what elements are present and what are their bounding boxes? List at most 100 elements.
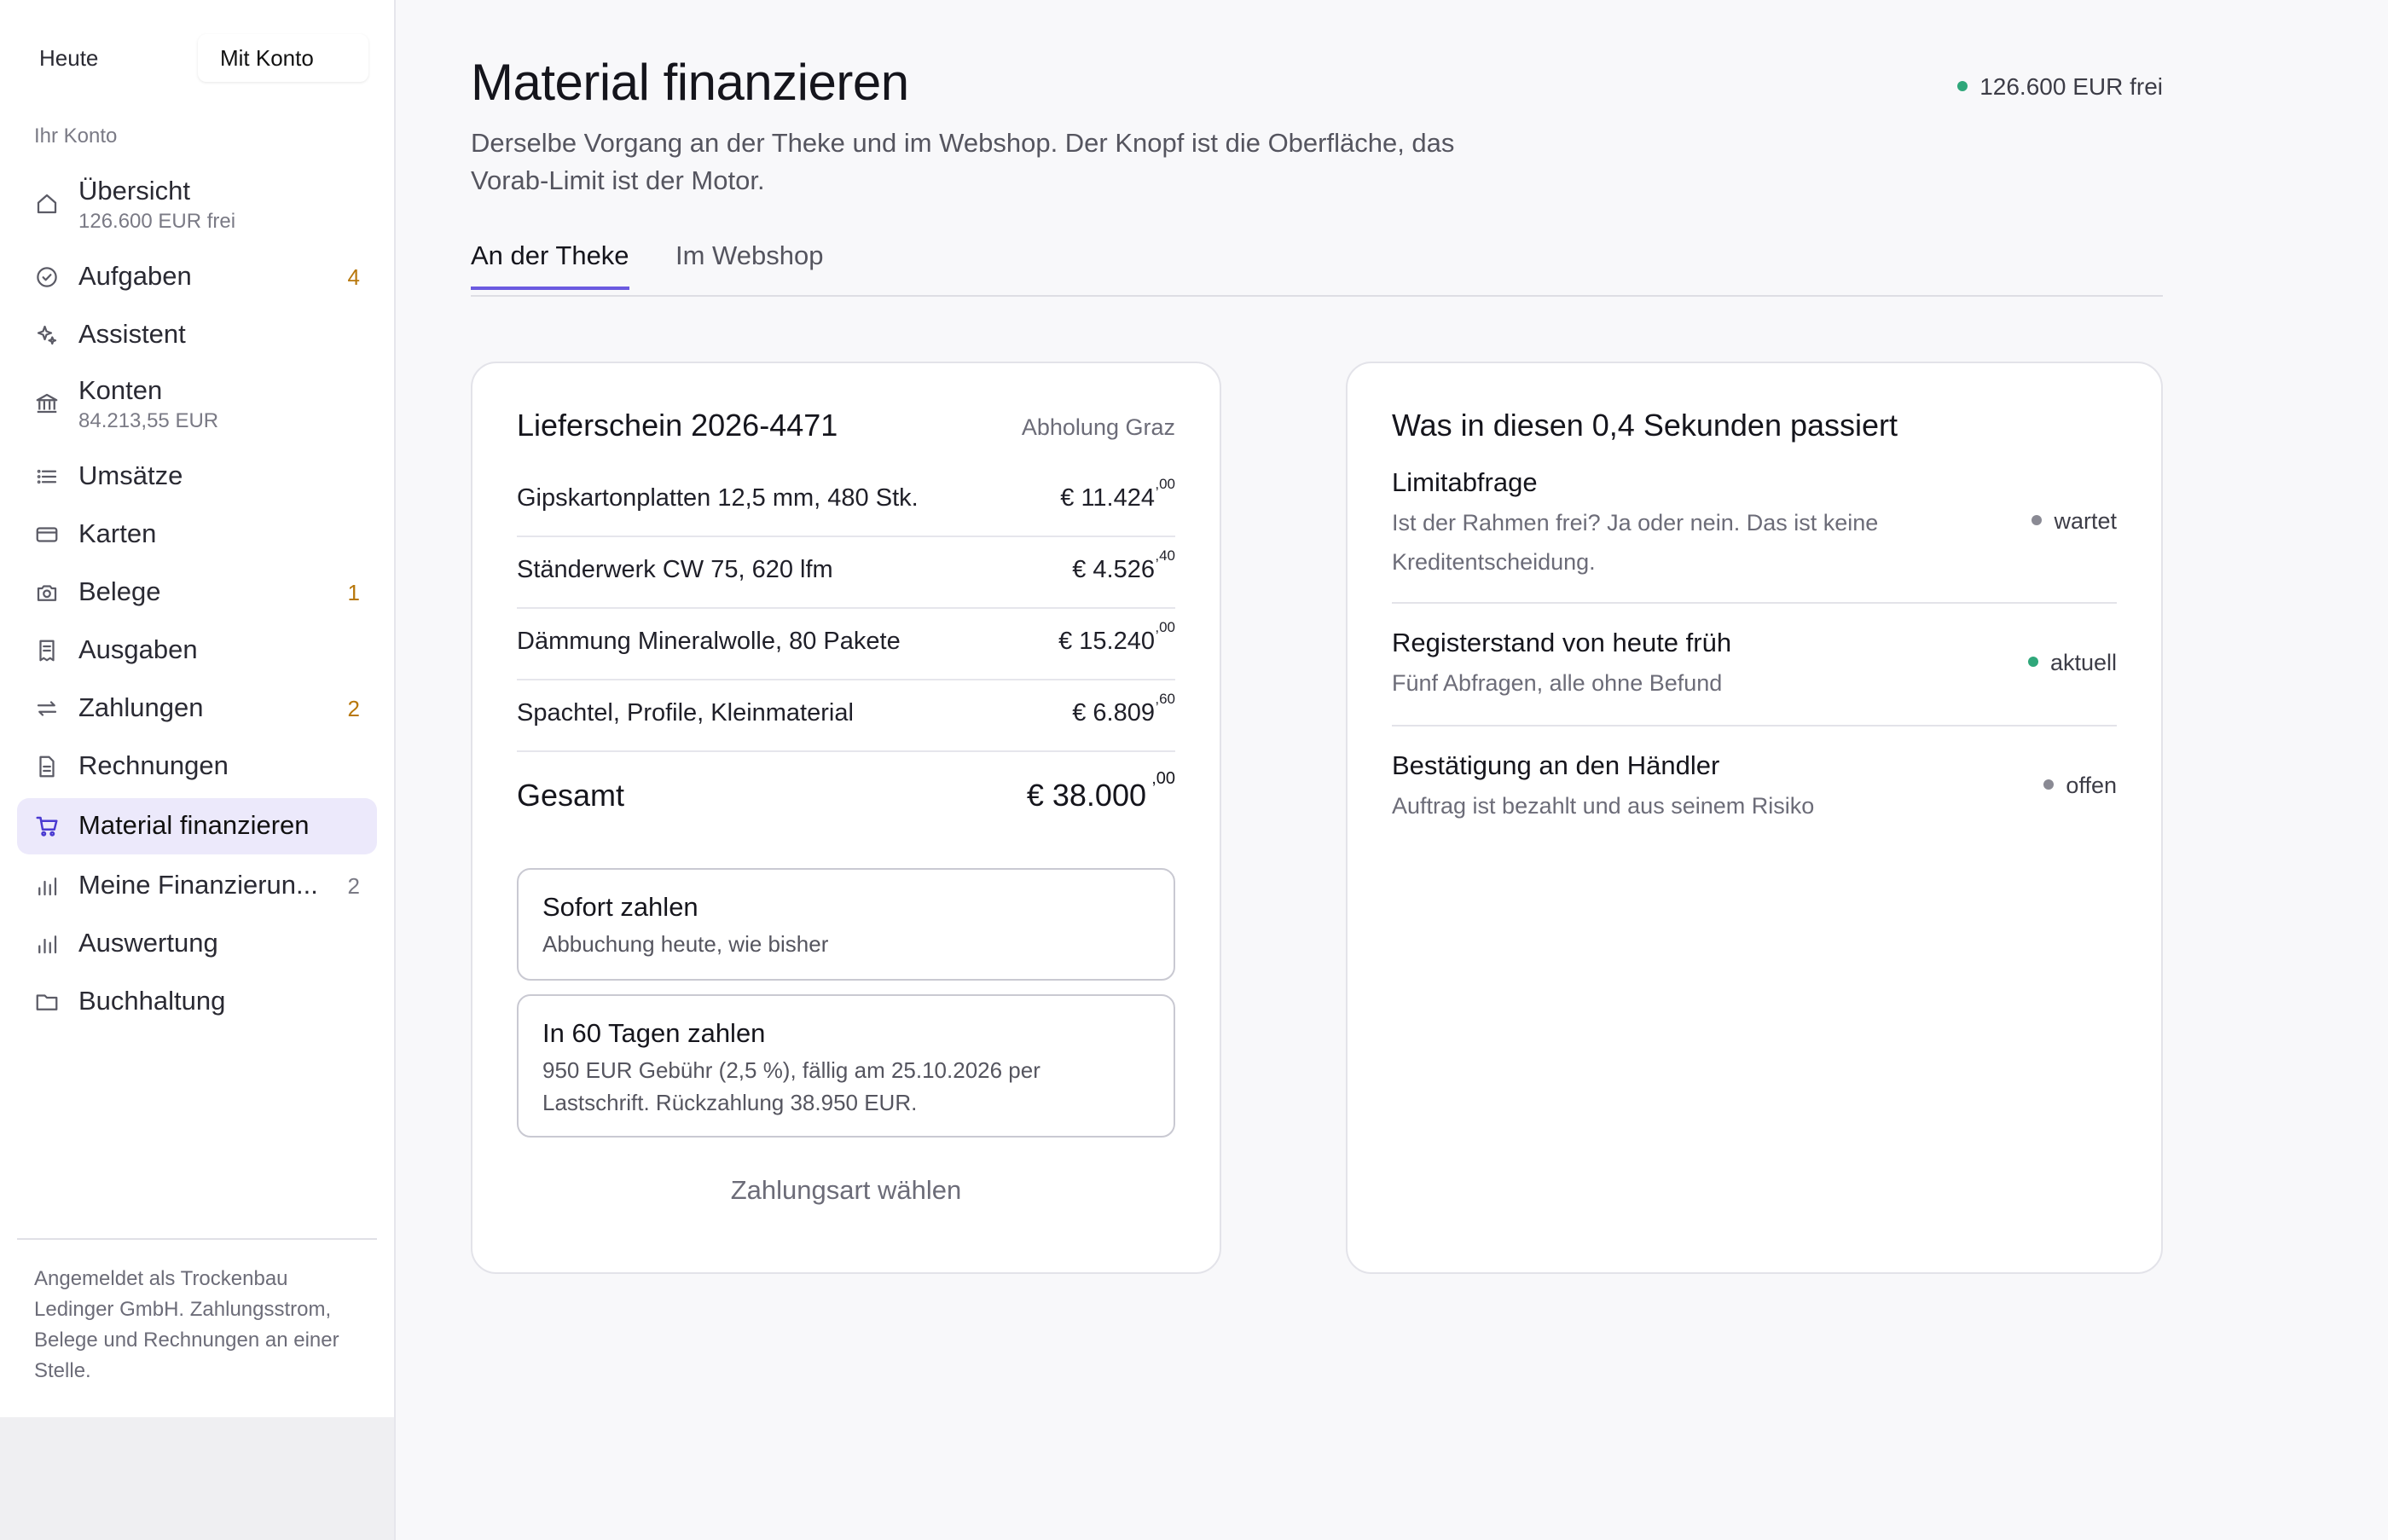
card-icon <box>34 522 60 547</box>
page-title: Material finanzieren <box>471 54 909 111</box>
step-description: Auftrag ist bezahlt und aus seinem Risik… <box>1392 793 1815 819</box>
sidebar-item-tasks[interactable]: Aufgaben 4 <box>17 252 377 302</box>
line-item: Ständerwerk CW 75, 620 lfm € 4.526 ,40 <box>517 536 1175 609</box>
tab-counter[interactable]: An der Theke <box>471 240 629 290</box>
sidebar-item-material-financing[interactable]: Material finanzieren <box>17 798 377 854</box>
sidebar-item-label: Material finanzieren <box>78 810 310 840</box>
line-item-description: Ständerwerk CW 75, 620 lfm <box>517 556 833 583</box>
count-badge: 2 <box>347 696 360 721</box>
status-dot-icon <box>1957 80 1968 91</box>
process-card: Was in diesen 0,4 Sekunden passiert Limi… <box>1346 362 2163 1274</box>
step-status-text: offen <box>2066 773 2117 798</box>
available-limit: 126.600 EUR frei <box>1957 73 2163 101</box>
count-badge: 4 <box>347 264 360 290</box>
count-badge: 1 <box>347 580 360 605</box>
check-circle-icon <box>34 264 60 290</box>
tab-webshop[interactable]: Im Webshop <box>675 240 823 287</box>
pay-in-60-days-option[interactable]: In 60 Tagen zahlen 950 EUR Gebühr (2,5 %… <box>517 994 1175 1138</box>
sidebar-item-transactions[interactable]: Umsätze <box>17 452 377 501</box>
sidebar-item-expenses[interactable]: Ausgaben <box>17 626 377 675</box>
line-item-description: Gipskartonplatten 12,5 mm, 480 Stk. <box>517 484 919 512</box>
step-title: Registerstand von heute früh <box>1392 628 1732 657</box>
sidebar-item-label: Konten <box>78 375 163 405</box>
line-item-cents: ,60 <box>1155 691 1175 707</box>
camera-icon <box>34 580 60 605</box>
status-dot-icon <box>2032 514 2043 525</box>
mode-account-button[interactable]: Mit Konto <box>198 34 368 82</box>
available-limit-text: 126.600 EUR frei <box>1979 73 2163 100</box>
sidebar-item-label: Meine Finanzierun... <box>78 870 318 900</box>
step-status: aktuell <box>2027 650 2117 676</box>
total-cents: ,00 <box>1151 769 1175 788</box>
option-description: 950 EUR Gebühr (2,5 %), fällig am 25.10.… <box>542 1057 1040 1115</box>
choose-payment-button[interactable]: Zahlungsart wählen <box>517 1175 1175 1206</box>
sidebar-item-label: Auswertung <box>78 928 218 958</box>
pay-now-option[interactable]: Sofort zahlen Abbuchung heute, wie bishe… <box>517 868 1175 981</box>
sidebar-item-accounting[interactable]: Buchhaltung <box>17 977 377 1027</box>
process-step: Registerstand von heute früh Fünf Abfrag… <box>1392 628 2117 730</box>
step-description: Fünf Abfragen, alle ohne Befund <box>1392 670 1723 696</box>
option-description: Abbuchung heute, wie bisher <box>542 931 829 957</box>
folder-icon <box>34 989 60 1015</box>
step-description: Ist der Rahmen frei? Ja oder nein. Das i… <box>1392 510 1879 575</box>
list-icon <box>34 464 60 489</box>
count-badge: 2 <box>347 873 360 899</box>
line-item: Spachtel, Profile, Kleinmaterial € 6.809… <box>517 679 1175 752</box>
delivery-note-card: Lieferschein 2026-4471 Abholung Graz Gip… <box>471 362 1221 1274</box>
option-title: In 60 Tagen zahlen <box>542 1018 766 1048</box>
bank-icon <box>34 391 60 416</box>
line-item-cents: ,00 <box>1155 476 1175 492</box>
sidebar-item-label: Umsätze <box>78 460 183 490</box>
sidebar: Heute Mit Konto Ihr Konto Übersicht 126.… <box>0 0 396 1417</box>
section-label: Ihr Konto <box>34 124 118 148</box>
tab-bar: An der Theke Im Webshop <box>471 235 2163 297</box>
total-row: Gesamt € 38.000 ,00 <box>517 752 1175 829</box>
sidebar-footer-text: Angemeldet als Trockenbau Ledinger GmbH.… <box>34 1267 339 1382</box>
sidebar-item-label: Karten <box>78 518 157 548</box>
line-item-amount: € 11.424 <box>1060 484 1155 512</box>
step-divider <box>1392 602 2117 604</box>
process-step: Bestätigung an den Händler Auftrag ist b… <box>1392 750 2117 853</box>
sidebar-item-label: Zahlungen <box>78 692 204 722</box>
page-description: Derselbe Vorgang an der Theke und im Web… <box>471 128 1455 195</box>
line-item-description: Spachtel, Profile, Kleinmaterial <box>517 699 854 727</box>
sidebar-item-label: Assistent <box>78 319 186 349</box>
sidebar-bottom-area <box>0 1417 396 1540</box>
step-divider <box>1392 725 2117 727</box>
step-title: Bestätigung an den Händler <box>1392 750 1720 780</box>
mode-today-button[interactable]: Heute <box>17 34 120 82</box>
step-status-text: aktuell <box>2049 650 2117 675</box>
delivery-note-title: Lieferschein 2026-4471 <box>517 408 838 443</box>
document-icon <box>34 754 60 779</box>
sidebar-item-my-financing[interactable]: Meine Finanzierun... 2 <box>17 861 377 911</box>
line-item: Dämmung Mineralwolle, 80 Pakete € 15.240… <box>517 607 1175 680</box>
sidebar-item-invoices[interactable]: Rechnungen <box>17 742 377 791</box>
sidebar-item-assistant[interactable]: Assistent <box>17 310 377 360</box>
sidebar-item-sub: 126.600 EUR frei <box>78 210 236 233</box>
sparkle-icon <box>34 322 60 348</box>
line-item-description: Dämmung Mineralwolle, 80 Pakete <box>517 628 901 655</box>
bar-chart-icon <box>34 873 60 899</box>
sidebar-item-receipts[interactable]: Belege 1 <box>17 568 377 617</box>
sidebar-item-label: Belege <box>78 576 161 606</box>
receipt-icon <box>34 638 60 663</box>
sidebar-item-accounts[interactable]: Konten 84.213,55 EUR <box>17 367 377 440</box>
sidebar-item-sub: 84.213,55 EUR <box>78 409 219 432</box>
line-item-amount: € 4.526 <box>1072 556 1155 583</box>
sidebar-item-analysis[interactable]: Auswertung <box>17 919 377 969</box>
sidebar-item-cards[interactable]: Karten <box>17 510 377 559</box>
process-title: Was in diesen 0,4 Sekunden passiert <box>1392 408 1898 443</box>
line-item-cents: ,40 <box>1155 547 1175 564</box>
sidebar-item-label: Übersicht <box>78 176 190 206</box>
cart-icon <box>34 813 60 839</box>
total-label: Gesamt <box>517 778 625 813</box>
sidebar-item-overview[interactable]: Übersicht 126.600 EUR frei <box>17 167 377 240</box>
transfer-icon <box>34 696 60 721</box>
option-title: Sofort zahlen <box>542 892 698 922</box>
sidebar-item-payments[interactable]: Zahlungen 2 <box>17 684 377 733</box>
step-status-text: wartet <box>2054 508 2117 534</box>
line-item-cents: ,00 <box>1155 619 1175 635</box>
line-item: Gipskartonplatten 12,5 mm, 480 Stk. € 11… <box>517 464 1175 537</box>
sidebar-item-label: Ausgaben <box>78 634 198 664</box>
line-item-amount: € 15.240 <box>1058 628 1155 655</box>
